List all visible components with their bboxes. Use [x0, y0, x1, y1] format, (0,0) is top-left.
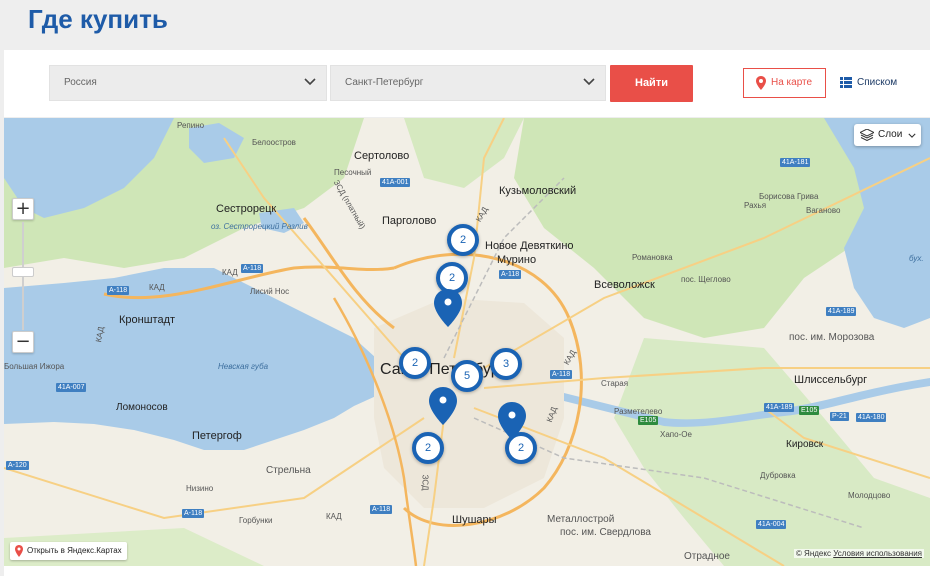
place-label-sestroretsk: Сестрорецк — [216, 203, 277, 215]
map-pin-icon — [15, 545, 23, 557]
place-label-otradnoe: Отрадное — [684, 551, 730, 562]
view-on-map-button[interactable]: На карте — [743, 68, 826, 98]
road-badge-a189: 41А-189 — [826, 307, 857, 316]
bottom-strip — [4, 566, 930, 576]
place-label-pargolovo: Парголово — [382, 215, 437, 227]
terms-of-use-link[interactable]: Условия использования — [833, 549, 922, 558]
store-marker[interactable] — [498, 402, 526, 440]
road-badge-a118-west: А-118 — [241, 264, 264, 273]
place-label-dubrovka: Дубровка — [760, 471, 796, 480]
copyright-text: © Яндекс — [795, 549, 831, 558]
list-icon — [840, 77, 852, 88]
open-in-yandex-maps-label: Открыть в Яндекс.Картах — [27, 546, 122, 555]
place-label-shushary: Шушары — [452, 514, 497, 526]
place-label-beloostrov: Белоостров — [252, 138, 296, 147]
place-label-kirovsk: Кировск — [786, 439, 824, 450]
place-label-bukh: бух. — [909, 254, 924, 263]
zoom-control: + − — [12, 198, 34, 356]
road-badge-e105: Е105 — [638, 416, 659, 425]
road-badge-a180: 41А-180 — [856, 413, 887, 422]
road-badge-e105-b: Е105 — [799, 406, 820, 415]
place-label-shchegolovo: пос. Щеглово — [681, 275, 731, 284]
find-button[interactable]: Найти — [610, 65, 693, 102]
place-label-nizino: Низино — [186, 484, 214, 493]
store-cluster[interactable]: 3 — [490, 348, 522, 380]
filter-panel: Россия Санкт-Петербург Найти На карте Сп… — [4, 50, 930, 117]
place-label-razliv: оз. Сестрорецкий Разлив — [211, 222, 308, 231]
zoom-out-button[interactable]: − — [12, 331, 34, 353]
place-label-nevskaya-guba: Невская губа — [218, 362, 269, 371]
place-label-romanovka: Романовка — [632, 253, 673, 262]
road-badge-a181: 41А-181 — [780, 158, 811, 167]
place-label-rakhya: Рахья — [744, 201, 767, 210]
layers-button[interactable]: Слои — [854, 124, 921, 146]
place-label-murino: Мурино — [497, 254, 537, 266]
place-label-vaganovo: Ваганово — [806, 206, 841, 215]
road-badge-a118-north: А-118 — [499, 270, 522, 279]
place-label-morozova: пос. им. Морозова — [789, 332, 875, 343]
place-label-strelna: Стрельна — [266, 465, 311, 476]
view-as-list-label: Списком — [857, 77, 898, 88]
place-label-metallostroy: Металлострой — [547, 514, 615, 525]
page-title: Где купить — [28, 4, 168, 34]
place-label-lisiy-nos: Лисий Нос — [250, 287, 290, 296]
map-pin-icon — [756, 76, 766, 90]
place-label-sertolovo: Сертолово — [354, 150, 410, 162]
place-label-sverdlova: пос. им. Свердлова — [560, 527, 651, 538]
place-label-vsevolozhsk: Всеволожск — [594, 279, 655, 291]
place-label-khapo-oe: Хапо-Ое — [660, 430, 692, 439]
place-label-lomonosov: Ломоносов — [116, 402, 168, 413]
country-select[interactable]: Россия — [49, 65, 327, 101]
road-badge-a118-south: А-118 — [182, 509, 205, 518]
zoom-in-button[interactable]: + — [12, 198, 34, 220]
layers-icon — [860, 129, 874, 141]
road-badge-a118-sw: А-118 — [370, 505, 393, 514]
place-label-pesochny: Песочный — [334, 168, 372, 177]
chevron-down-icon — [908, 133, 916, 138]
view-on-map-label: На карте — [771, 77, 813, 88]
place-label-borisova-griva: Борисова Грива — [759, 192, 819, 201]
road-label-kad-6: КАД — [326, 512, 342, 521]
map[interactable]: Репино Белоостров Сертолово Песочный Куз… — [4, 118, 930, 566]
layers-label: Слои — [878, 129, 903, 140]
place-label-novoe-devyatkino: Новое Девяткино — [485, 240, 574, 252]
place-label-bolshaya-izhora: Большая Ижора — [4, 362, 65, 371]
road-badge-a118-east: А-118 — [550, 370, 573, 379]
country-select-value: Россия — [64, 77, 97, 88]
store-marker[interactable] — [429, 387, 457, 425]
zoom-slider-handle[interactable] — [12, 267, 34, 277]
road-badge-a001: 41А-001 — [380, 178, 411, 187]
store-marker[interactable] — [434, 289, 462, 327]
view-as-list-button[interactable]: Списком — [840, 68, 897, 98]
chevron-down-icon — [304, 78, 316, 86]
city-select[interactable]: Санкт-Петербург — [330, 65, 606, 101]
road-badge-p21: Р-21 — [830, 412, 849, 421]
road-label-zsd: ЗСД — [420, 474, 430, 491]
place-label-gorbunki: Горбунки — [239, 516, 273, 525]
place-label-peterhof: Петергоф — [192, 430, 242, 442]
place-label-kuzmolovsky: Кузьмоловский — [499, 185, 577, 197]
store-cluster[interactable]: 2 — [399, 347, 431, 379]
place-label-razmetelevo: Разметелево — [614, 407, 663, 416]
chevron-down-icon — [583, 78, 595, 86]
city-select-value: Санкт-Петербург — [345, 77, 424, 88]
open-in-yandex-maps-button[interactable]: Открыть в Яндекс.Картах — [10, 542, 127, 560]
place-label-repino: Репино — [177, 121, 205, 130]
road-badge-a189-b: 41А-189 — [764, 403, 795, 412]
road-badge-a118-gulf: А-118 — [107, 286, 130, 295]
map-attribution: © Яндекс Условия использования — [793, 549, 924, 558]
store-cluster[interactable]: 2 — [447, 224, 479, 256]
road-label-kad-1: КАД — [222, 268, 238, 277]
road-badge-a004: 41А-004 — [756, 520, 787, 529]
place-label-kronshtadt: Кронштадт — [119, 314, 176, 326]
place-label-shlisselburg: Шлиссельбург — [794, 374, 868, 386]
road-label-kad-2: КАД — [149, 283, 165, 292]
place-label-staraya: Старая — [601, 379, 629, 388]
road-badge-a007: 41А-007 — [56, 383, 87, 392]
place-label-molodtsovo: Молодцово — [848, 491, 891, 500]
road-badge-a120: А-120 — [6, 461, 29, 470]
store-cluster[interactable]: 2 — [412, 432, 444, 464]
